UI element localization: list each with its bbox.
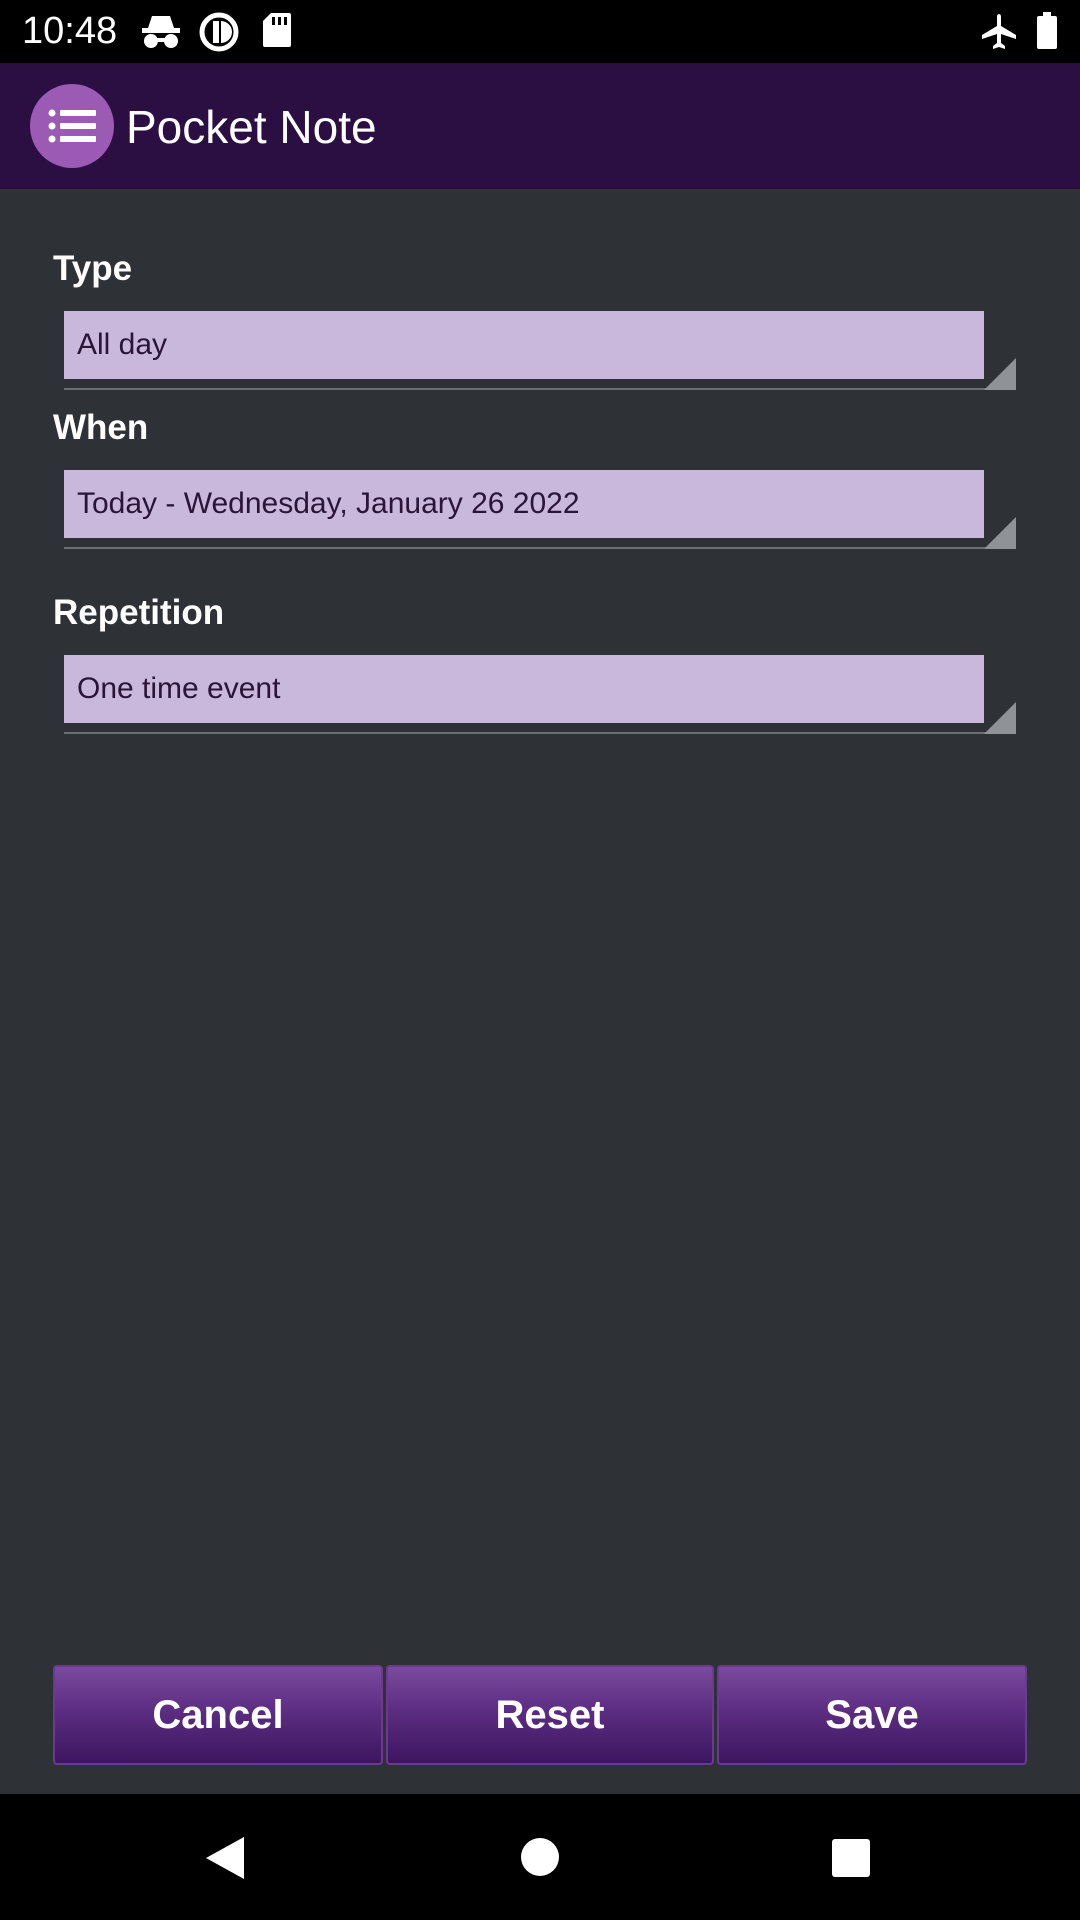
app-bar: Pocket Note [0,63,1080,189]
recents-icon[interactable] [831,1838,871,1883]
when-dropdown-icon[interactable] [984,517,1016,549]
when-select-underline [64,547,1015,549]
screen: 10:48 Pocket Note Type All day When Toda… [0,0,1080,1920]
cancel-button[interactable]: Cancel [53,1665,383,1765]
home-icon[interactable] [520,1837,560,1882]
repetition-dropdown-icon[interactable] [984,702,1016,734]
type-dropdown-icon[interactable] [984,358,1016,390]
reset-button[interactable]: Reset [386,1665,714,1765]
menu-button[interactable] [30,84,114,168]
when-select[interactable]: Today - Wednesday, January 26 2022 [64,470,984,538]
back-icon[interactable] [204,1835,246,1886]
app-title: Pocket Note [126,101,377,153]
type-select-underline [64,388,1015,390]
airplane-icon [980,12,1018,55]
navigation-bar [0,1794,1080,1920]
sync-icon [199,12,239,57]
status-bar: 10:48 [0,0,1080,63]
incognito-icon [140,12,182,55]
sd-card-icon [262,12,292,53]
repetition-select[interactable]: One time event [64,655,984,723]
type-select[interactable]: All day [64,311,984,379]
status-time: 10:48 [22,10,118,52]
repetition-select-underline [64,732,1015,734]
when-label: When [53,408,149,447]
repetition-label: Repetition [53,593,225,632]
battery-icon [1036,12,1058,55]
type-label: Type [53,249,133,288]
save-button[interactable]: Save [717,1665,1027,1765]
